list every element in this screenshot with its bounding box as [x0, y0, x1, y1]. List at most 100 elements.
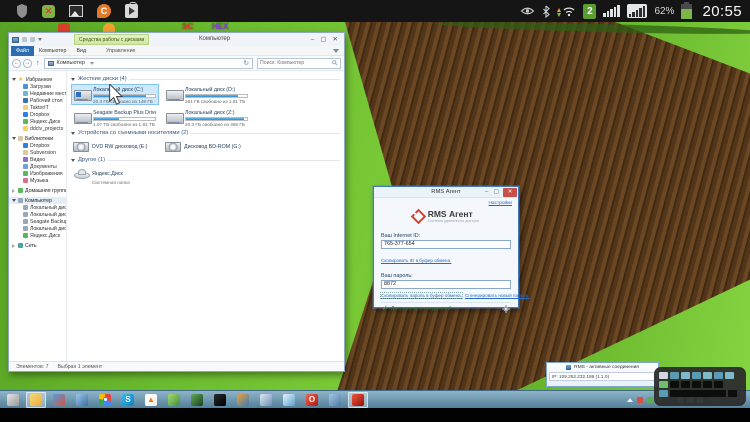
drive-usage-bar [93, 117, 156, 121]
sidebar-item[interactable]: Рабочий стол [9, 97, 66, 104]
drive-free-space: 1,07 ТБ свободно из 1,81 ТБ [93, 122, 156, 126]
removable-drive-tile[interactable]: Дисковод BD-ROM (G:) [163, 138, 251, 155]
taskbar-file-explorer[interactable] [26, 392, 46, 408]
tab-manage[interactable]: Управление [101, 46, 140, 56]
sidebar-item[interactable]: TaktorIT [9, 104, 66, 111]
drive-tile[interactable]: Локальный диск (C:) 20,3 ГБ свободно из … [71, 84, 159, 105]
removable-drive-tile[interactable]: DVD RW дисковод (E:) [71, 138, 159, 155]
sidebar-section[interactable]: Сеть [9, 242, 66, 249]
sidebar-item[interactable]: Видео [9, 156, 66, 163]
taskbar-start[interactable] [3, 392, 23, 408]
taskbar-remote-desktop-app[interactable] [72, 392, 92, 408]
sidebar-item[interactable]: Dropbox [9, 111, 66, 118]
blue-doc-app-icon [283, 394, 295, 406]
hidden-icons-chevron[interactable] [627, 398, 633, 402]
onscreen-keyboard-toggle[interactable] [654, 367, 746, 406]
drive-tile[interactable]: Локальный диск (Z:) 20,3 ГБ свободно из … [163, 107, 251, 128]
taskbar-vlc[interactable]: ▲ [141, 392, 161, 408]
sidebar-item[interactable]: Недавние места [9, 90, 66, 97]
rms-settings-link[interactable]: Настройки [488, 201, 512, 206]
rms-minimize-button[interactable]: – [484, 187, 489, 197]
sidebar-item-label: Документы [30, 164, 57, 170]
group-header-removable[interactable]: Устройства со съемными носителями (2) [71, 130, 340, 136]
sidebar-item[interactable]: Subversion [9, 149, 66, 156]
drive-free-space: 20,3 ГБ свободно из 148 ГБ [93, 99, 156, 103]
taskbar-blue-doc-app[interactable] [279, 392, 299, 408]
generate-password-link[interactable]: Сгенерировать новый пароль. [465, 293, 529, 298]
taskbar-orange-blue-app[interactable] [233, 392, 253, 408]
sidebar-item-label: TaktorIT [30, 105, 49, 111]
rms-maximize-button[interactable]: ▢ [492, 187, 500, 197]
media-app-icon [53, 394, 65, 406]
desktop-icon-red[interactable] [58, 23, 70, 32]
sidebar-section[interactable]: Домашняя группа [9, 187, 66, 194]
up-button[interactable]: ↑ [34, 60, 42, 67]
tab-computer[interactable]: Компьютер [34, 46, 71, 56]
taskbar-skype[interactable]: S [118, 392, 138, 408]
rms-logo-text: RMS Агент [428, 210, 480, 219]
minimize-button[interactable]: – [311, 33, 315, 46]
folder-icon [23, 126, 28, 131]
desktop-icon-orange[interactable] [103, 23, 115, 32]
drive-icon [166, 88, 182, 103]
drive-tile[interactable]: Локальный диск (D:) 261 ГБ свободно из 1… [163, 84, 251, 105]
taskbar-system-app[interactable] [325, 392, 345, 408]
tab-file[interactable]: Файл [11, 46, 34, 56]
sidebar-item[interactable]: Яндекс.Диск [9, 118, 66, 125]
remote-desktop-app-icon [76, 394, 88, 406]
sidebar-item[interactable]: Локальный диск (D:) [9, 211, 66, 218]
other-item-tile[interactable]: Яндекс.Диск Системная папка [71, 165, 159, 182]
refresh-icon[interactable]: ↻ [244, 59, 249, 67]
internet-id-field[interactable] [381, 240, 511, 249]
tab-view[interactable]: Вид [71, 46, 91, 56]
gear-icon[interactable] [502, 300, 510, 318]
folder-icon [23, 178, 28, 183]
sidebar-item[interactable]: Музыка [9, 177, 66, 184]
drive-icon [74, 111, 90, 126]
maximize-button[interactable]: ▢ [320, 33, 326, 46]
sidebar-section[interactable]: Библиотеки [9, 135, 66, 142]
taskbar-media-app[interactable] [49, 392, 69, 408]
forward-button[interactable]: → [23, 59, 32, 68]
sidebar-item[interactable]: Документы [9, 163, 66, 170]
sidebar-item[interactable]: Seagate Backup Plu [9, 218, 66, 225]
copy-id-link[interactable]: Скопировать ID в буфер обмена. [381, 258, 451, 263]
sidebar-item[interactable]: Dropbox [9, 142, 66, 149]
sidebar-item[interactable]: Яндекс.Диск [9, 232, 66, 239]
sidebar-section[interactable]: ★ Избранное [9, 76, 66, 83]
ribbon-expand-chevron[interactable] [333, 49, 339, 53]
taskbar-rms-agent[interactable] [348, 392, 368, 408]
taskbar-red-browser[interactable]: O [302, 392, 322, 408]
taskbar-green-tool[interactable] [187, 392, 207, 408]
group-header-hdd[interactable]: Жесткие диски (4) [71, 76, 340, 82]
sidebar-item[interactable]: Локальный диск (C:) [9, 204, 66, 211]
copy-password-link[interactable]: Скопировать пароль в буфер обмена. [381, 293, 462, 298]
rms-notification[interactable]: RMS - активные соединения IP: 109.252.23… [546, 362, 659, 387]
taskbar-virtualbox[interactable] [256, 392, 276, 408]
taskbar-command-prompt[interactable] [210, 392, 230, 408]
chevron-down-icon[interactable] [90, 62, 94, 65]
drive-tile[interactable]: Seagate Backup Plus Drive (F:) 1,07 ТБ с… [71, 107, 159, 128]
close-button[interactable]: ✕ [333, 33, 338, 46]
sidebar-item[interactable]: Изображения [9, 170, 66, 177]
tray-app-green[interactable] [647, 397, 653, 403]
sidebar-item-label: Яндекс.Диск [30, 119, 60, 125]
address-toolbar: ← → ↑ Компьютер ↻ [9, 56, 344, 71]
desktop-icon-sc[interactable]: SC [182, 22, 193, 31]
back-button[interactable]: ← [12, 59, 21, 68]
sidebar-item[interactable]: Локальный диск (Z:) [9, 225, 66, 232]
password-field[interactable] [381, 280, 511, 289]
rms-agent-window: RMS Агент – ▢ ✕ Настройки RMS Агент Сист… [373, 186, 519, 308]
sidebar-item[interactable]: Загрузки [9, 83, 66, 90]
desktop-icon-hex[interactable]: HEX [212, 22, 228, 31]
taskbar-chrome[interactable] [95, 392, 115, 408]
sidebar-item[interactable]: ddclv_projects [9, 125, 66, 132]
quick-access-toolbar[interactable] [22, 37, 42, 42]
rms-close-button[interactable]: ✕ [503, 188, 517, 197]
sidebar-section[interactable]: Компьютер [9, 197, 66, 204]
tray-app-red[interactable] [637, 397, 643, 403]
search-input[interactable] [260, 60, 332, 66]
taskbar-image-viewer[interactable] [164, 392, 184, 408]
address-bar[interactable]: Компьютер ↻ [44, 58, 254, 69]
contextual-tab-disk-tools[interactable]: Средства работы с дисками [74, 34, 149, 45]
